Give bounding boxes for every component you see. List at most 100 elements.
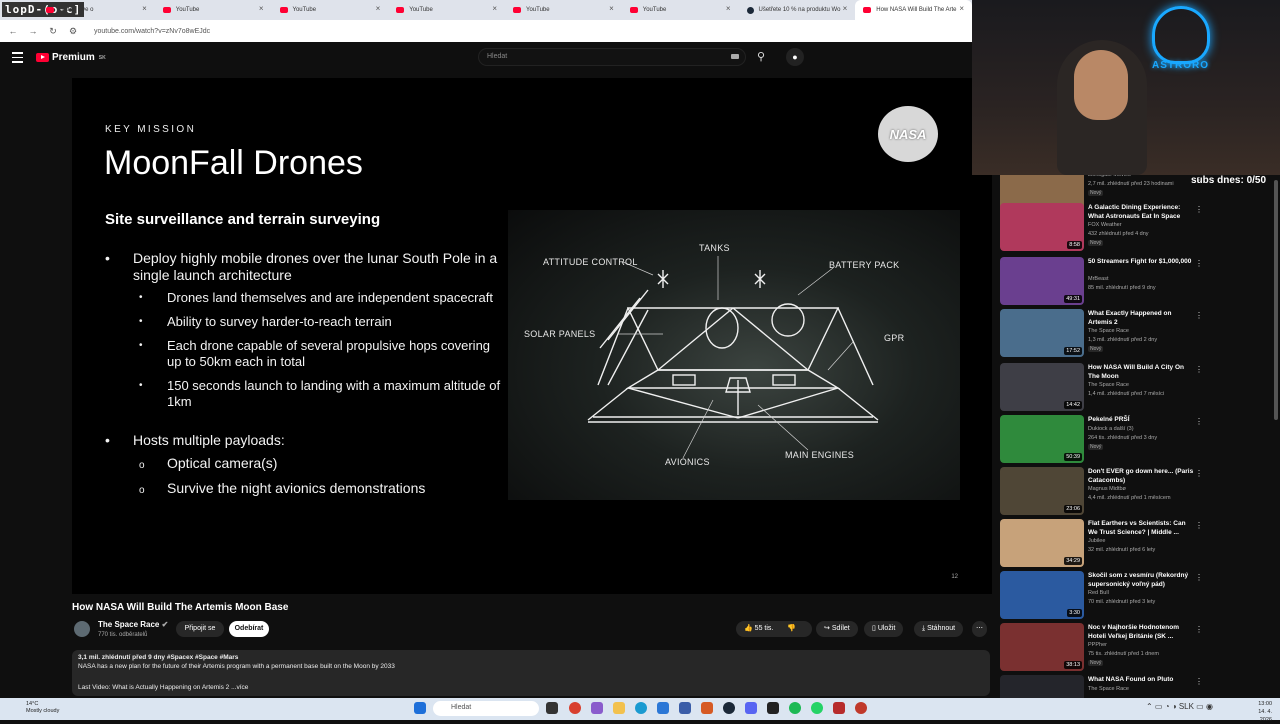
discord-icon[interactable] bbox=[745, 702, 757, 714]
taskbar-clock[interactable]: 13:00 14. 4. 2026 bbox=[1246, 700, 1272, 724]
video-thumbnail[interactable] bbox=[1000, 675, 1084, 698]
taskbar-search[interactable]: Hledat bbox=[433, 701, 539, 716]
dislike-button[interactable]: 👎 bbox=[787, 625, 796, 632]
channel-name[interactable]: Jubilee bbox=[1088, 538, 1105, 544]
app-icon[interactable] bbox=[833, 702, 845, 714]
recommended-video[interactable]: 34:29 Flat Earthers vs Scientists: Can We… bbox=[996, 519, 1280, 571]
recommended-video[interactable]: 3:30 Skočil som z vesmíru (Rekordný super… bbox=[996, 571, 1280, 623]
video-title[interactable]: A Galactic Dining Experience: What Astro… bbox=[1088, 204, 1194, 221]
recommended-video[interactable]: 23:06 Don't EVER go down here... (Paris C… bbox=[996, 467, 1280, 519]
channel-name[interactable]: The Space Race bbox=[1088, 382, 1129, 388]
more-vert-icon[interactable]: ⋮ bbox=[1195, 417, 1203, 426]
channel-name[interactable]: Magnus Midtbø bbox=[1088, 486, 1126, 492]
close-icon[interactable]: × bbox=[259, 4, 264, 13]
recommended-video[interactable]: What NASA Found on Pluto The Space Race ⋮ bbox=[996, 675, 1280, 698]
video-thumbnail[interactable]: 8:58 bbox=[1000, 203, 1084, 251]
video-title[interactable]: Skočil som z vesmíru (Rekordný supersoni… bbox=[1088, 572, 1194, 589]
url-input[interactable]: youtube.com/watch?v=zNv7o8wEJdc bbox=[94, 28, 210, 35]
reload-icon[interactable]: ↻ bbox=[48, 26, 58, 37]
video-thumbnail[interactable]: 17:52 bbox=[1000, 309, 1084, 357]
app-icon[interactable] bbox=[701, 702, 713, 714]
close-icon[interactable]: × bbox=[142, 4, 147, 13]
scrollbar[interactable] bbox=[1274, 180, 1278, 420]
channel-name[interactable]: PPPher bbox=[1088, 642, 1107, 648]
channel-name[interactable]: FOX Weather bbox=[1088, 222, 1122, 228]
share-button[interactable]: ↪ Sdílet bbox=[816, 621, 858, 637]
video-title[interactable]: What NASA Found on Pluto bbox=[1088, 676, 1194, 685]
close-icon[interactable]: × bbox=[726, 4, 731, 13]
video-title[interactable]: Flat Earthers vs Scientists: Can We Trus… bbox=[1088, 520, 1194, 537]
youtube-logo[interactable]: Premium SK bbox=[36, 52, 106, 63]
channel-name[interactable]: The Space Race bbox=[1088, 686, 1129, 692]
more-vert-icon[interactable]: ⋮ bbox=[1195, 311, 1203, 320]
close-icon[interactable]: × bbox=[376, 4, 381, 13]
site-info-icon[interactable]: ⚙ bbox=[68, 26, 78, 37]
weather-widget[interactable]: 14°C Mostly cloudy bbox=[26, 701, 59, 715]
browser-tab[interactable]: Ušetřete 10 % na produktu Wo × bbox=[739, 0, 856, 20]
channel-name[interactable]: The Space Race bbox=[1088, 328, 1129, 334]
recommended-video[interactable]: 14:42 How NASA Will Build A City On The M… bbox=[996, 363, 1280, 415]
more-vert-icon[interactable]: ⋮ bbox=[1195, 573, 1203, 582]
recommended-video[interactable]: 38:13 Noc v Najhoršie Hodnotenom Hoteli V… bbox=[996, 623, 1280, 675]
terminal-icon[interactable] bbox=[767, 702, 779, 714]
more-vert-icon[interactable]: ⋮ bbox=[1195, 365, 1203, 374]
more-vert-icon[interactable]: ⋮ bbox=[1195, 259, 1203, 268]
video-thumbnail[interactable]: 14:42 bbox=[1000, 363, 1084, 411]
close-icon[interactable]: × bbox=[843, 4, 848, 13]
more-vert-icon[interactable]: ⋮ bbox=[1195, 521, 1203, 530]
channel-name[interactable]: MrBeast bbox=[1088, 276, 1108, 282]
download-button[interactable]: ⤓ Stáhnout bbox=[914, 621, 964, 637]
task-view-icon[interactable] bbox=[546, 702, 558, 714]
recommended-video[interactable]: 17:52 What Exactly Happened on Artemis 2T… bbox=[996, 309, 1280, 361]
join-button[interactable]: Připojit se bbox=[176, 621, 224, 637]
edge-icon[interactable] bbox=[635, 702, 647, 714]
close-icon[interactable]: × bbox=[609, 4, 614, 13]
microphone-icon[interactable]: ● bbox=[786, 48, 804, 66]
save-button[interactable]: ▯ Uložit bbox=[864, 621, 904, 637]
browser-tab[interactable]: Watch Live o × bbox=[38, 0, 155, 20]
video-title[interactable]: Pekelné PRŠÍ bbox=[1088, 416, 1194, 425]
recommended-video[interactable]: 50:39 Pekelné PRŠÍ Dukiock a další (3) 264 … bbox=[996, 415, 1280, 467]
video-thumbnail[interactable]: 50:39 bbox=[1000, 415, 1084, 463]
video-title[interactable]: What Exactly Happened on Artemis 2 bbox=[1088, 310, 1194, 327]
browser-tab[interactable]: YouTube × bbox=[155, 0, 272, 20]
back-icon[interactable]: ← bbox=[8, 26, 18, 36]
system-tray[interactable]: ⌃ ▭ ◔ ◑ SLK ▭ ◉ bbox=[1146, 702, 1213, 711]
video-player[interactable]: KEY MISSION MoonFall Drones Site surveil… bbox=[72, 78, 992, 594]
video-description[interactable]: 3,1 mil. zhlédnutí před 9 dny #Spacex #S… bbox=[72, 650, 990, 696]
channel-name[interactable]: Red Bull bbox=[1088, 590, 1109, 596]
video-thumbnail[interactable]: 34:29 bbox=[1000, 519, 1084, 567]
video-thumbnail[interactable]: 49:31 bbox=[1000, 257, 1084, 305]
like-button[interactable]: 👍 55 tis. bbox=[744, 625, 773, 632]
app-icon[interactable] bbox=[591, 702, 603, 714]
channel-avatar[interactable] bbox=[74, 621, 90, 637]
more-vert-icon[interactable]: ⋮ bbox=[1195, 677, 1203, 686]
channel-name[interactable]: The Space Race ✔ bbox=[98, 620, 168, 629]
channel-name[interactable]: Dukiock a další (3) bbox=[1088, 426, 1134, 432]
subscribe-button[interactable]: Odebírat bbox=[229, 621, 269, 637]
video-thumbnail[interactable]: 38:13 bbox=[1000, 623, 1084, 671]
search-input[interactable]: Hledat bbox=[478, 48, 746, 66]
spotify-icon[interactable] bbox=[789, 702, 801, 714]
menu-icon[interactable] bbox=[12, 52, 23, 66]
more-actions-button[interactable]: ⋯ bbox=[972, 621, 987, 637]
browser-tab-active[interactable]: How NASA Will Build The Arte × bbox=[855, 0, 972, 20]
browser-tab[interactable]: YouTube × bbox=[622, 0, 739, 20]
recommended-video[interactable]: 49:31 50 Streamers Fight for $1,000,000 Mr… bbox=[996, 257, 1280, 309]
browser-tab[interactable]: YouTube × bbox=[272, 0, 389, 20]
steam-icon[interactable] bbox=[723, 702, 735, 714]
search-icon[interactable]: ⚲ bbox=[750, 48, 772, 66]
more-vert-icon[interactable]: ⋮ bbox=[1195, 625, 1203, 634]
video-title[interactable]: How NASA Will Build A City On The Moon bbox=[1088, 364, 1194, 381]
channel-name[interactable]: Lionsgate Movies bbox=[1088, 175, 1131, 178]
video-thumbnail[interactable]: 3:30 bbox=[1000, 571, 1084, 619]
windows-start-icon[interactable] bbox=[414, 702, 426, 714]
forward-icon[interactable]: → bbox=[28, 26, 38, 36]
video-title[interactable]: 50 Streamers Fight for $1,000,000 bbox=[1088, 258, 1194, 267]
recommended-video[interactable]: 8:58 A Galactic Dining Experience: What A… bbox=[996, 203, 1280, 255]
browser-tab[interactable]: YouTube × bbox=[505, 0, 622, 20]
more-vert-icon[interactable]: ⋮ bbox=[1195, 469, 1203, 478]
more-vert-icon[interactable]: ⋮ bbox=[1195, 205, 1203, 214]
chrome-icon[interactable] bbox=[569, 702, 581, 714]
app-icon[interactable] bbox=[855, 702, 867, 714]
